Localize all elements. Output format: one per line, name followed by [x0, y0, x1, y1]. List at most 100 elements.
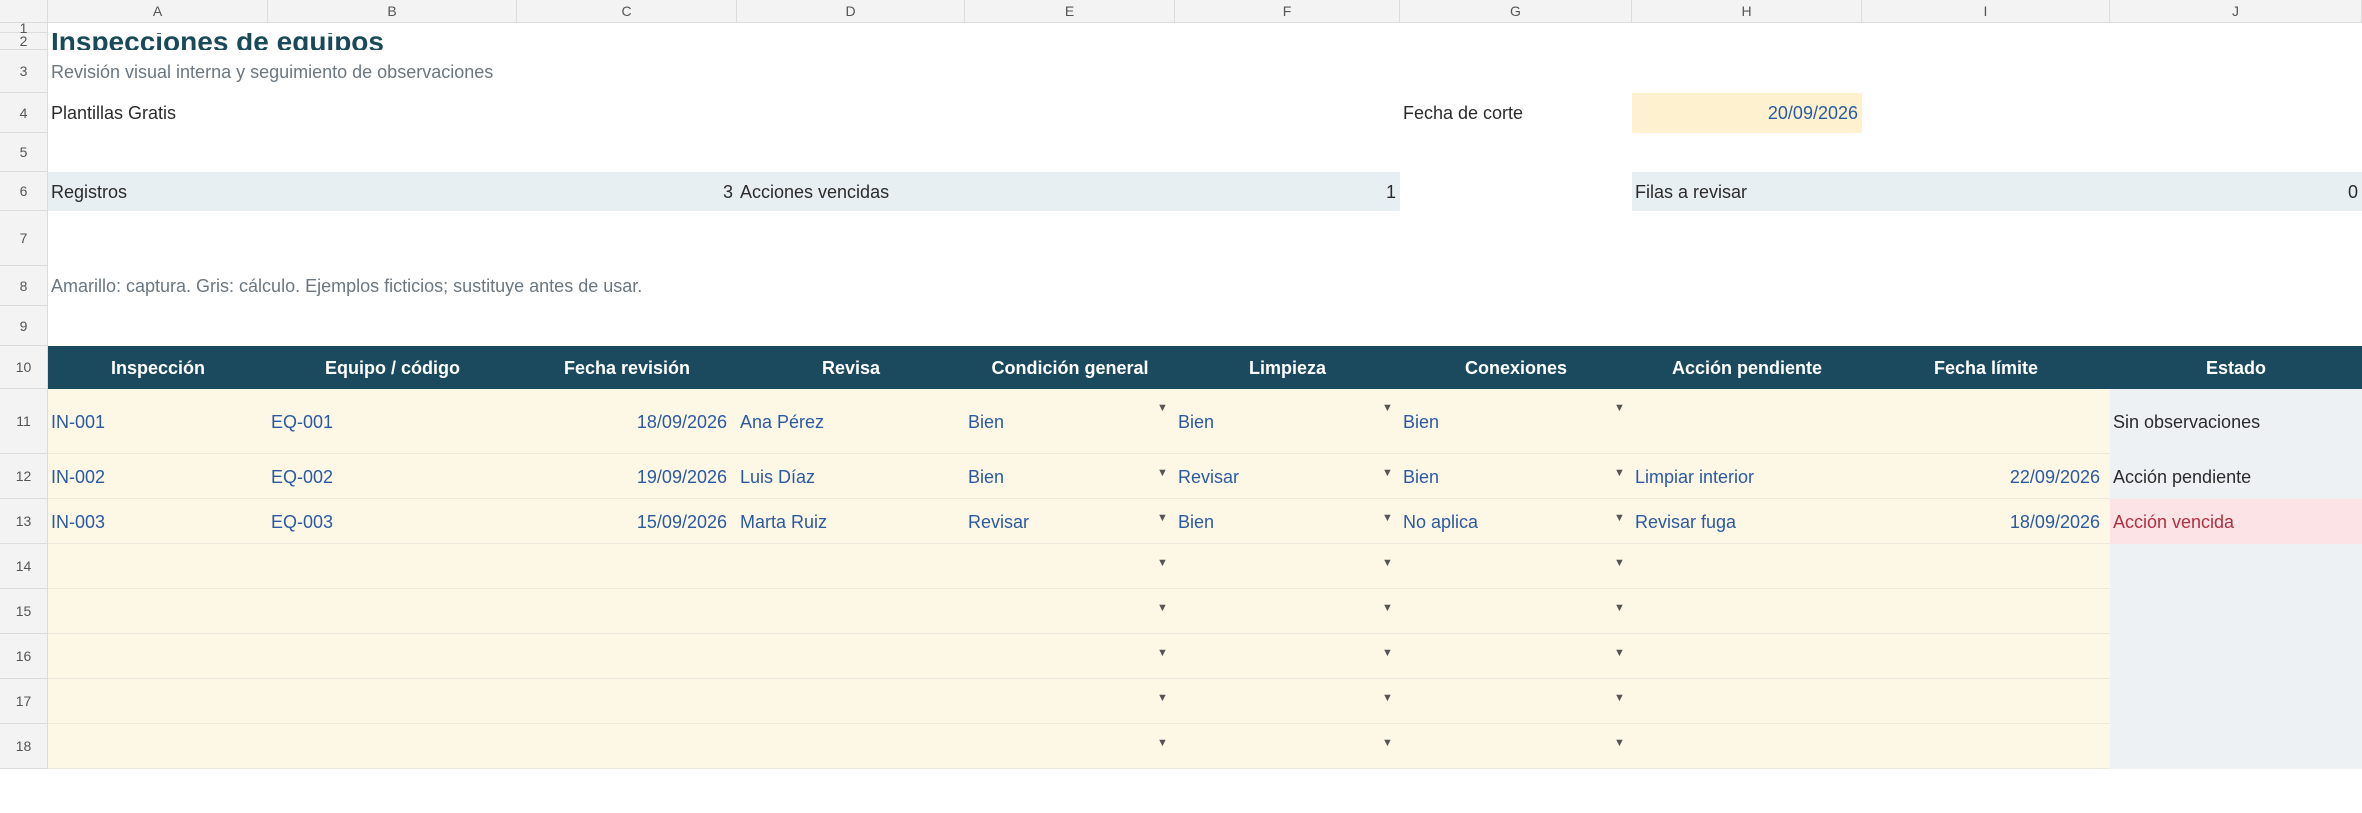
row-header-9[interactable]: 9	[0, 306, 48, 346]
table-cell-limpieza[interactable]: Bien	[1175, 389, 1400, 454]
chevron-down-icon[interactable]: ▼	[1614, 402, 1625, 414]
table-cell-condicion[interactable]: Bien	[965, 454, 1175, 499]
table-cell-conexiones[interactable]	[1400, 724, 1632, 769]
chevron-down-icon[interactable]: ▼	[1614, 512, 1625, 524]
column-header-h[interactable]: H	[1632, 0, 1862, 23]
row-header-5[interactable]: 5	[0, 133, 48, 172]
column-header-g[interactable]: G	[1400, 0, 1632, 23]
table-cell-equipo[interactable]: EQ-002	[268, 454, 517, 499]
table-cell-id[interactable]: IN-002	[48, 454, 268, 499]
table-cell-condicion[interactable]	[965, 634, 1175, 679]
table-cell-condicion[interactable]	[965, 724, 1175, 769]
chevron-down-icon[interactable]: ▼	[1157, 647, 1168, 659]
row-header-16[interactable]: 16	[0, 634, 48, 679]
column-header-e[interactable]: E	[965, 0, 1175, 23]
table-cell-limpieza[interactable]	[1175, 724, 1400, 769]
column-header-c[interactable]: C	[517, 0, 737, 23]
row-header-2[interactable]: 2	[0, 33, 48, 50]
chevron-down-icon[interactable]: ▼	[1382, 512, 1393, 524]
chevron-down-icon[interactable]: ▼	[1614, 647, 1625, 659]
table-cell-condicion[interactable]: Bien	[965, 389, 1175, 454]
row-header-7[interactable]: 7	[0, 211, 48, 266]
table-cell-accion[interactable]	[1632, 724, 1862, 769]
table-cell-conexiones[interactable]	[1400, 634, 1632, 679]
row-header-1[interactable]: 1	[0, 20, 48, 36]
table-cell-conexiones[interactable]: Bien	[1400, 454, 1632, 499]
table-cell-id[interactable]	[48, 634, 268, 679]
table-cell-limite[interactable]	[1862, 544, 2110, 589]
column-header-i[interactable]: I	[1862, 0, 2110, 23]
chevron-down-icon[interactable]: ▼	[1382, 692, 1393, 704]
table-cell-fecha[interactable]: 15/09/2026	[517, 499, 737, 544]
row-header-3[interactable]: 3	[0, 50, 48, 93]
table-cell-revisa[interactable]	[737, 634, 965, 679]
chevron-down-icon[interactable]: ▼	[1157, 692, 1168, 704]
row-header-18[interactable]: 18	[0, 724, 48, 769]
row-header-12[interactable]: 12	[0, 454, 48, 499]
table-cell-accion[interactable]	[1632, 544, 1862, 589]
table-cell-accion[interactable]	[1632, 679, 1862, 724]
column-header-b[interactable]: B	[268, 0, 517, 23]
chevron-down-icon[interactable]: ▼	[1382, 557, 1393, 569]
table-cell-limite[interactable]	[1862, 724, 2110, 769]
column-header-j[interactable]: J	[2110, 0, 2362, 23]
table-cell-revisa[interactable]: Luis Díaz	[737, 454, 965, 499]
table-cell-conexiones[interactable]: Bien	[1400, 389, 1632, 454]
table-cell-limite[interactable]: 22/09/2026	[1862, 454, 2110, 499]
table-cell-conexiones[interactable]	[1400, 679, 1632, 724]
chevron-down-icon[interactable]: ▼	[1382, 647, 1393, 659]
cutoff-date-input[interactable]: 20/09/2026	[1632, 93, 1862, 133]
table-cell-accion[interactable]: Limpiar interior	[1632, 454, 1862, 499]
table-cell-equipo[interactable]	[268, 589, 517, 634]
table-cell-accion[interactable]: Revisar fuga	[1632, 499, 1862, 544]
row-header-6[interactable]: 6	[0, 172, 48, 211]
chevron-down-icon[interactable]: ▼	[1614, 467, 1625, 479]
table-cell-limite[interactable]: 18/09/2026	[1862, 499, 2110, 544]
table-cell-condicion[interactable]	[965, 679, 1175, 724]
chevron-down-icon[interactable]: ▼	[1614, 692, 1625, 704]
table-cell-conexiones[interactable]: No aplica	[1400, 499, 1632, 544]
chevron-down-icon[interactable]: ▼	[1382, 737, 1393, 749]
table-cell-condicion[interactable]	[965, 589, 1175, 634]
table-cell-limite[interactable]	[1862, 389, 2110, 454]
table-cell-id[interactable]	[48, 544, 268, 589]
chevron-down-icon[interactable]: ▼	[1614, 557, 1625, 569]
table-cell-fecha[interactable]: 18/09/2026	[517, 389, 737, 454]
table-cell-revisa[interactable]: Ana Pérez	[737, 389, 965, 454]
table-cell-revisa[interactable]	[737, 679, 965, 724]
table-cell-condicion[interactable]: Revisar	[965, 499, 1175, 544]
table-cell-accion[interactable]	[1632, 634, 1862, 679]
table-cell-limpieza[interactable]	[1175, 544, 1400, 589]
column-header-d[interactable]: D	[737, 0, 965, 23]
row-header-4[interactable]: 4	[0, 93, 48, 133]
table-cell-id[interactable]: IN-003	[48, 499, 268, 544]
chevron-down-icon[interactable]: ▼	[1157, 557, 1168, 569]
column-header-f[interactable]: F	[1175, 0, 1400, 23]
table-cell-equipo[interactable]: EQ-001	[268, 389, 517, 454]
chevron-down-icon[interactable]: ▼	[1157, 467, 1168, 479]
table-cell-equipo[interactable]	[268, 679, 517, 724]
table-cell-revisa[interactable]	[737, 724, 965, 769]
row-header-17[interactable]: 17	[0, 679, 48, 724]
row-header-11[interactable]: 11	[0, 389, 48, 454]
table-cell-id[interactable]	[48, 589, 268, 634]
table-cell-fecha[interactable]	[517, 589, 737, 634]
chevron-down-icon[interactable]: ▼	[1157, 402, 1168, 414]
table-cell-limite[interactable]	[1862, 589, 2110, 634]
table-cell-conexiones[interactable]	[1400, 544, 1632, 589]
chevron-down-icon[interactable]: ▼	[1382, 467, 1393, 479]
table-cell-fecha[interactable]	[517, 679, 737, 724]
row-header-15[interactable]: 15	[0, 589, 48, 634]
table-cell-condicion[interactable]	[965, 544, 1175, 589]
table-cell-accion[interactable]	[1632, 589, 1862, 634]
chevron-down-icon[interactable]: ▼	[1614, 737, 1625, 749]
table-cell-limpieza[interactable]	[1175, 679, 1400, 724]
table-cell-equipo[interactable]: EQ-003	[268, 499, 517, 544]
chevron-down-icon[interactable]: ▼	[1157, 512, 1168, 524]
table-cell-revisa[interactable]: Marta Ruiz	[737, 499, 965, 544]
table-cell-conexiones[interactable]	[1400, 589, 1632, 634]
table-cell-equipo[interactable]	[268, 724, 517, 769]
table-cell-limpieza[interactable]: Revisar	[1175, 454, 1400, 499]
table-cell-equipo[interactable]	[268, 544, 517, 589]
table-cell-fecha[interactable]	[517, 544, 737, 589]
